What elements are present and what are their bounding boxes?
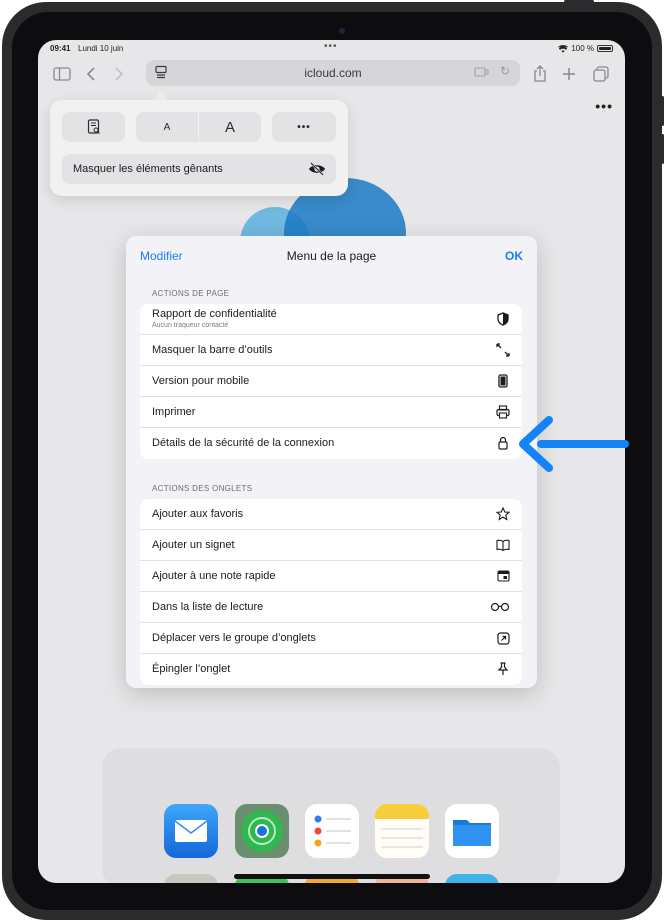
battery-percent: 100 %	[571, 44, 594, 53]
lock-icon	[496, 436, 510, 450]
page-more-icon[interactable]: •••	[595, 98, 613, 114]
row-label: Ajouter aux favoris	[152, 508, 244, 520]
row-label: Rapport de confidentialité	[152, 308, 277, 320]
row-label: Déplacer vers le groupe d’onglets	[152, 632, 316, 644]
row-label: Épingler l’onglet	[152, 663, 231, 675]
row-label: Dans la liste de lecture	[152, 601, 264, 613]
pin-tab-item[interactable]: Épingler l’onglet	[140, 654, 522, 685]
row-label: Ajouter un signet	[152, 539, 235, 551]
add-to-quick-note-item[interactable]: Ajouter à une note rapide	[140, 561, 522, 592]
reading-list-item[interactable]: Dans la liste de lecture	[140, 592, 522, 623]
book-icon	[496, 538, 510, 552]
phone-icon	[496, 374, 510, 388]
callout-arrow	[519, 416, 629, 472]
page-actions-group: Rapport de confidentialité Aucun traqueu…	[140, 304, 522, 459]
quick-note-icon	[496, 569, 510, 583]
row-label: Imprimer	[152, 406, 196, 418]
dock	[102, 748, 560, 883]
connection-security-item[interactable]: Détails de la sécurité de la connexion	[140, 428, 522, 459]
row-sublabel: Aucun traqueur contacté	[152, 322, 229, 329]
ok-button[interactable]: OK	[505, 249, 523, 263]
status-right: 100 %	[558, 44, 613, 53]
printer-icon	[496, 405, 510, 419]
volume-down-button	[661, 134, 664, 164]
volume-up-button	[661, 96, 664, 126]
front-camera	[339, 28, 345, 34]
notes-app-icon[interactable]	[375, 804, 429, 858]
address-bar[interactable]: icloud.com ↻	[146, 60, 520, 86]
back-chevron-icon[interactable]	[84, 64, 98, 84]
eye-slash-icon	[309, 162, 325, 176]
glasses-icon	[490, 600, 510, 614]
page-format-popover: A A ••• Masquer les éléments gênants	[50, 100, 348, 196]
print-item[interactable]: Imprimer	[140, 397, 522, 428]
reader-icon	[87, 119, 100, 134]
url-text[interactable]: icloud.com	[146, 66, 520, 80]
hide-distractions-button[interactable]: Masquer les éléments gênants	[62, 154, 336, 184]
app-icon-partial[interactable]	[164, 874, 218, 883]
page-menu-sheet: Modifier Menu de la page OK ACTIONS DE P…	[126, 236, 537, 688]
reminders-app-icon[interactable]	[305, 804, 359, 858]
shield-icon	[496, 312, 510, 326]
tab-actions-group: Ajouter aux favoris Ajouter un signet Aj…	[140, 499, 522, 685]
power-button	[564, 0, 594, 3]
more-options-button[interactable]: •••	[272, 112, 336, 142]
resize-arrows-icon	[496, 343, 510, 357]
status-time: 09:41	[50, 44, 71, 53]
row-label: Ajouter à une note rapide	[152, 570, 276, 582]
mobile-version-item[interactable]: Version pour mobile	[140, 366, 522, 397]
smaller-text-button[interactable]: A	[136, 112, 198, 142]
mail-app-icon[interactable]	[164, 804, 218, 858]
move-to-tab-group-item[interactable]: Déplacer vers le groupe d’onglets	[140, 623, 522, 654]
tab-actions-header: ACTIONS DES ONGLETS	[152, 484, 253, 493]
hide-distractions-label: Masquer les éléments gênants	[73, 163, 223, 175]
multitasking-dots-icon[interactable]: •••	[324, 41, 338, 52]
privacy-report-item[interactable]: Rapport de confidentialité Aucun traqueu…	[140, 304, 522, 335]
page-actions-header: ACTIONS DE PAGE	[152, 289, 230, 298]
row-label: Masquer la barre d’outils	[152, 344, 273, 356]
app-icon-partial[interactable]	[445, 874, 499, 883]
wifi-icon	[558, 44, 569, 53]
new-tab-plus-icon[interactable]	[560, 64, 578, 84]
forward-chevron-icon[interactable]	[112, 64, 126, 84]
add-bookmark-item[interactable]: Ajouter un signet	[140, 530, 522, 561]
home-indicator[interactable]	[234, 874, 430, 879]
pin-icon	[496, 662, 510, 676]
reload-icon[interactable]: ↻	[500, 64, 510, 78]
move-to-group-icon	[496, 631, 510, 645]
larger-text-button[interactable]: A	[199, 112, 261, 142]
star-icon	[496, 507, 510, 521]
status-bar: 09:41 Lundi 10 juin ••• 100 %	[38, 40, 625, 56]
reader-button[interactable]	[62, 112, 125, 142]
row-label: Détails de la sécurité de la connexion	[152, 437, 335, 449]
extensions-icon[interactable]	[474, 66, 490, 81]
find-my-app-icon[interactable]	[235, 804, 289, 858]
battery-icon	[597, 45, 613, 52]
sheet-title: Menu de la page	[286, 249, 377, 263]
sidebar-icon[interactable]	[52, 64, 72, 84]
safari-toolbar: icloud.com ↻	[38, 58, 625, 94]
add-to-favorites-item[interactable]: Ajouter aux favoris	[140, 499, 522, 530]
share-icon[interactable]	[532, 64, 548, 84]
tabs-overview-icon[interactable]	[592, 64, 610, 84]
status-date: Lundi 10 juin	[78, 44, 124, 53]
files-app-icon[interactable]	[445, 804, 499, 858]
hide-toolbar-item[interactable]: Masquer la barre d’outils	[140, 335, 522, 366]
row-label: Version pour mobile	[152, 375, 250, 387]
